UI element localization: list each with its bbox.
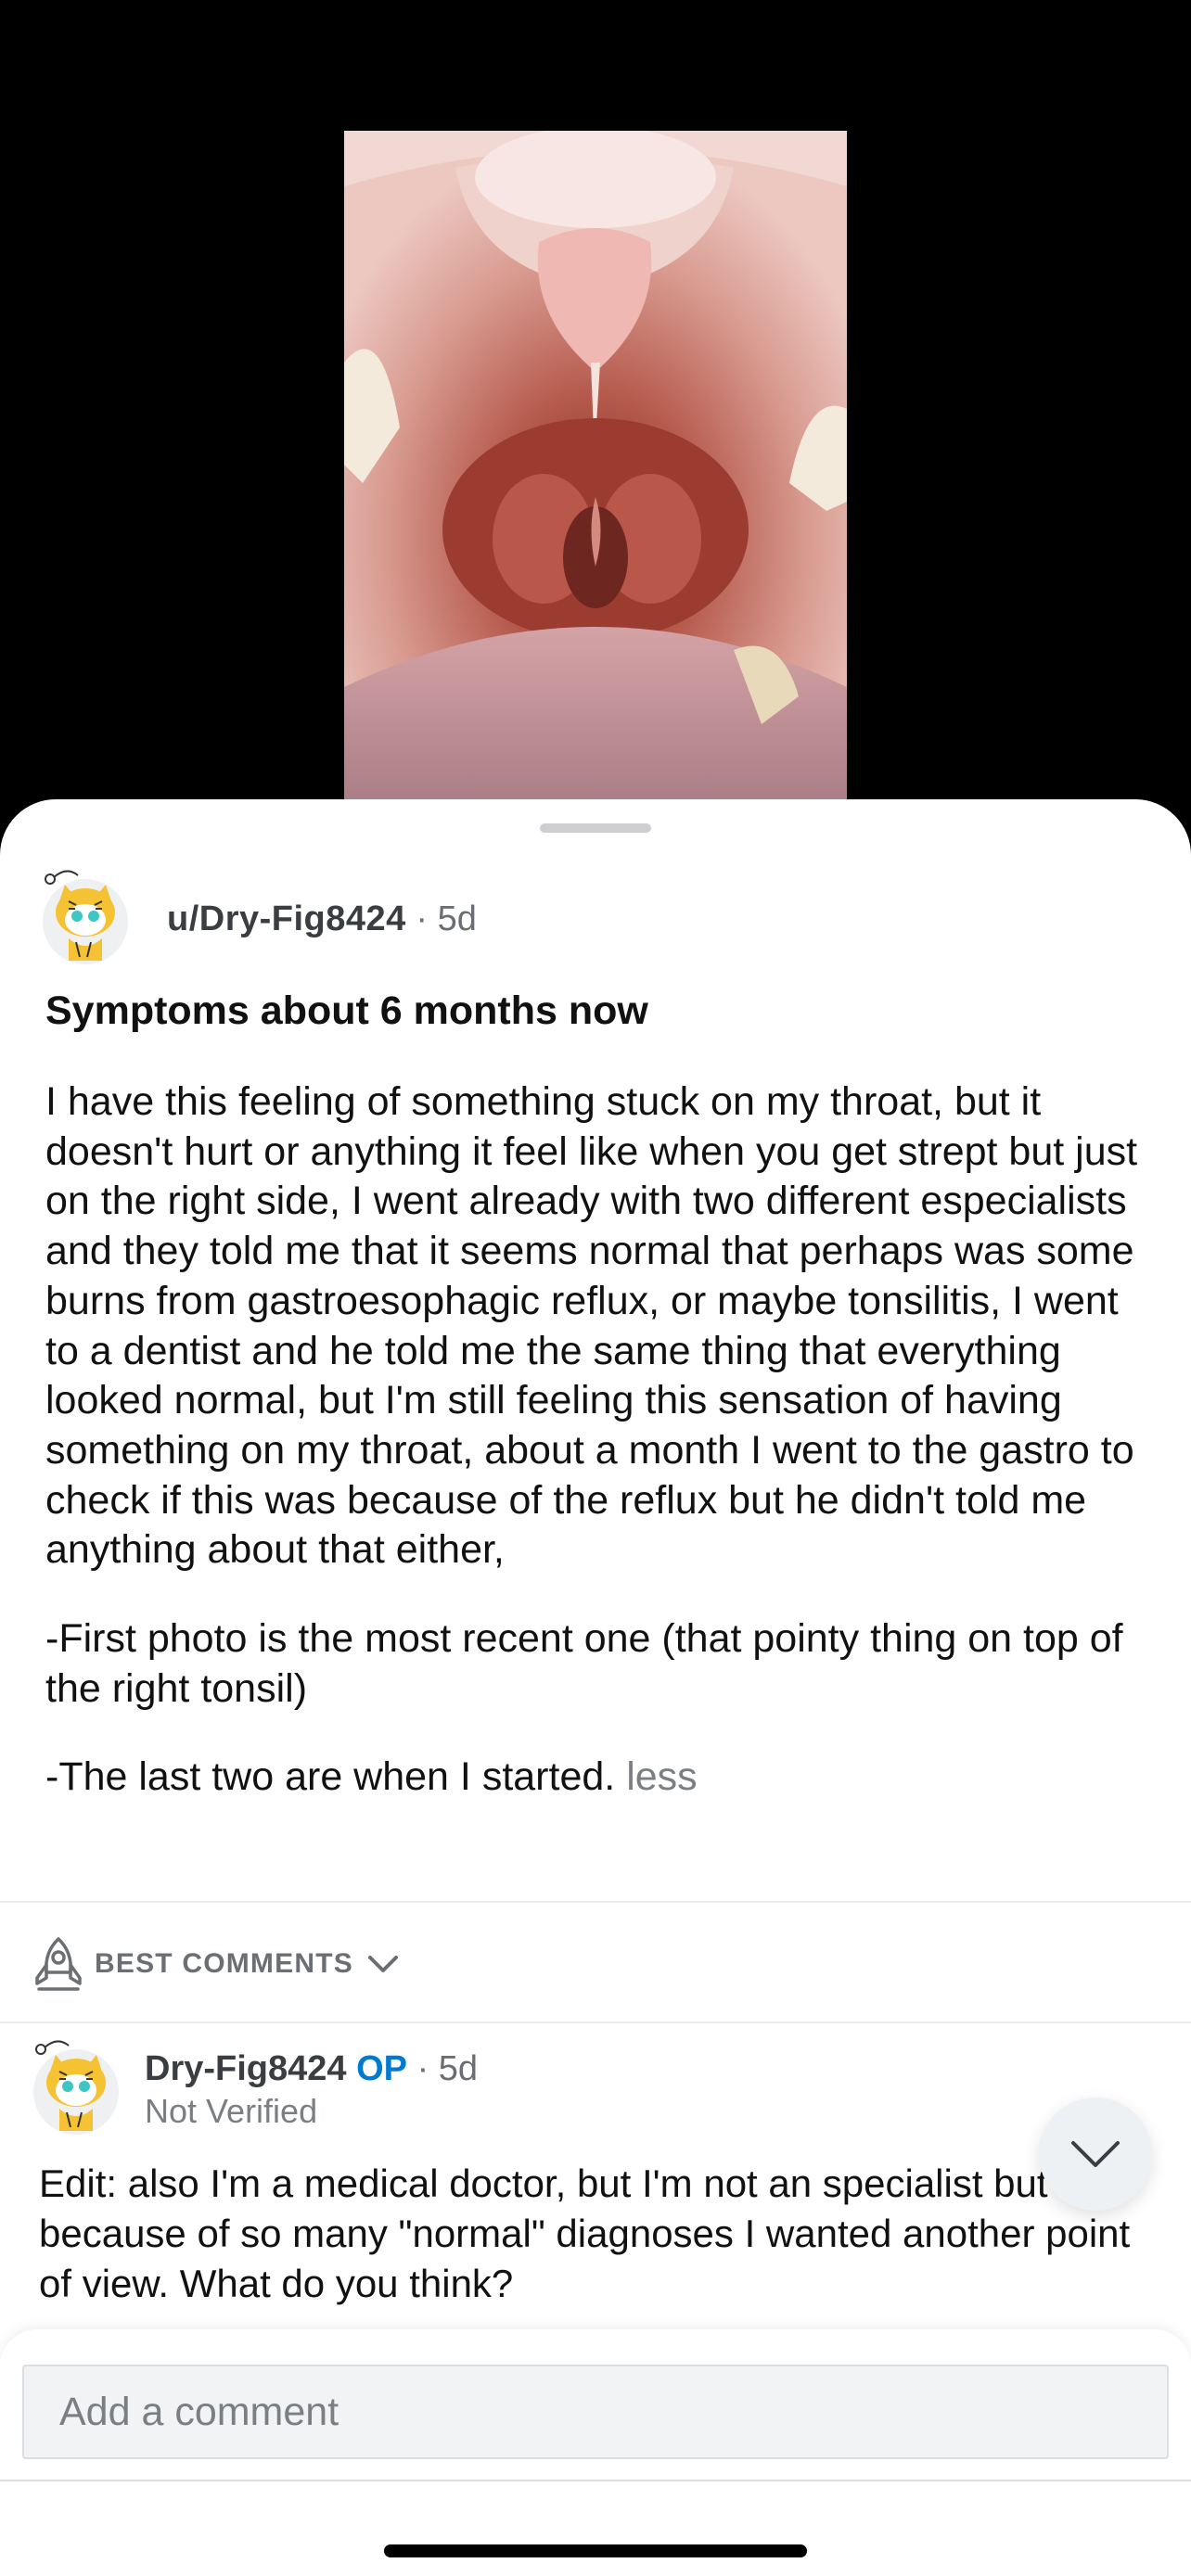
rocket-icon: [35, 1937, 82, 1991]
post-title: Symptoms about 6 months now: [45, 988, 648, 1033]
section-divider: [0, 1901, 1191, 1903]
comment-author-avatar[interactable]: [32, 2034, 121, 2136]
sheet-grabber-handle[interactable]: [540, 823, 651, 833]
snoo-tiger-avatar-icon: [43, 870, 128, 964]
post-body-paragraph: -First photo is the most recent one (tha…: [45, 1616, 1123, 1711]
show-less-link[interactable]: less: [626, 1754, 697, 1799]
post-age: 5d: [437, 899, 477, 938]
sort-label: BEST COMMENTS: [95, 1948, 353, 1979]
comment-age: 5d: [438, 2049, 479, 2088]
post-image[interactable]: [344, 131, 847, 817]
meta-separator: ·: [416, 2049, 429, 2088]
collapse-comment-button[interactable]: [1039, 2098, 1152, 2211]
op-badge: OP: [356, 2049, 408, 2088]
post-author-username[interactable]: u/Dry-Fig8424: [167, 899, 406, 938]
section-divider: [0, 2021, 1191, 2023]
media-viewer[interactable]: [0, 0, 1191, 817]
post-body-text: -The last two are when I started.: [45, 1754, 616, 1800]
composer-divider: [0, 2480, 1191, 2481]
comment-flair: Not Verified: [145, 2092, 318, 2130]
snoo-tiger-avatar-icon: [33, 2040, 119, 2135]
post-body: I have this feeling of something stuck o…: [45, 1078, 1159, 1842]
post-bottom-sheet: u/Dry-Fig8424 · 5d Symptoms about 6 mont…: [0, 799, 1191, 2576]
chevron-down-icon: [1071, 2141, 1120, 2167]
comment-composer: [0, 2329, 1191, 2576]
post-meta: u/Dry-Fig8424 · 5d: [167, 899, 477, 939]
post-body-paragraph: I have this feeling of something stuck o…: [45, 1079, 1138, 1573]
home-indicator[interactable]: [384, 2544, 807, 2557]
app-screen: u/Dry-Fig8424 · 5d Symptoms about 6 mont…: [0, 0, 1191, 2576]
throat-photo-image: [344, 131, 847, 817]
post-author-avatar[interactable]: [41, 864, 130, 966]
comment-sort-selector[interactable]: BEST COMMENTS: [33, 1929, 402, 1999]
comment-body: Edit: also I'm a medical doctor, but I'm…: [39, 2162, 1131, 2305]
meta-separator: ·: [416, 899, 429, 938]
chevron-down-icon: [367, 1956, 398, 1972]
post-body-paragraph: -The last two are when I started. less: [45, 1753, 1159, 1803]
add-comment-input[interactable]: [22, 2365, 1169, 2459]
comment-meta: Dry-Fig8424 OP · 5d: [145, 2049, 478, 2089]
comment-author-username[interactable]: Dry-Fig8424: [145, 2049, 347, 2088]
